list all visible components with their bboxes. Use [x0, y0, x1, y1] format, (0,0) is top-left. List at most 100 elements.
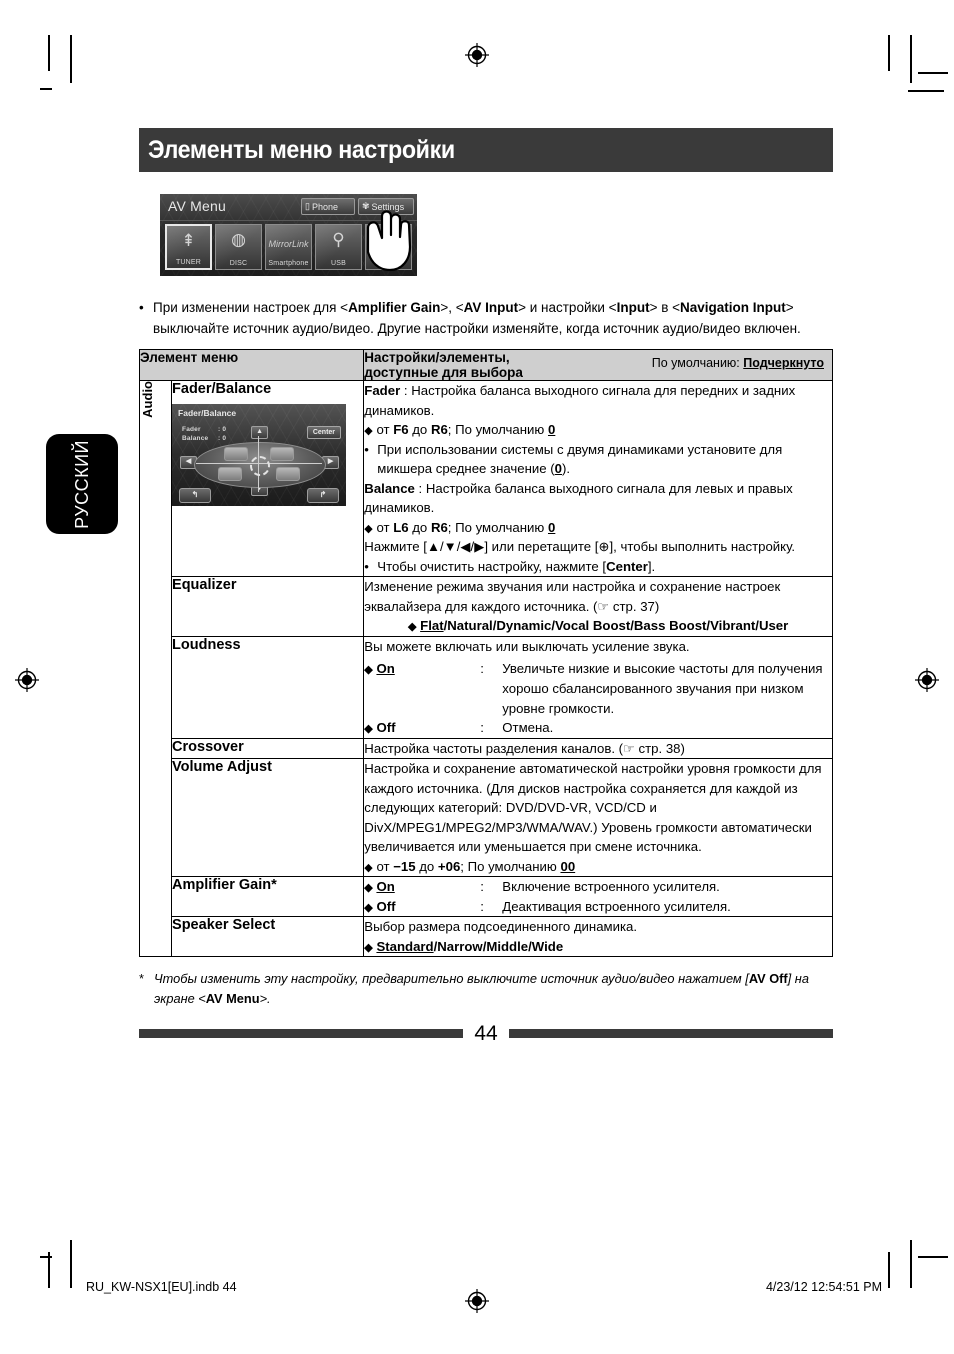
header-default-value: Подчеркнуто [743, 356, 824, 371]
sub-bullet-tail: ). [562, 461, 571, 477]
header-cell-menu-item: Элемент меню [138, 349, 365, 382]
desc-line: Fader : Настройка баланса выходного сигн… [364, 381, 832, 420]
row-desc-volume-adjust: Настройка и сохранение автоматической на… [363, 758, 833, 878]
sub-bullet-pre: Чтобы очистить настройку, нажмите [ [377, 558, 607, 574]
fb-arrow-up[interactable]: ▲ [251, 426, 269, 440]
row-desc-equalizer: Изменение режима звучания или настройка … [363, 576, 833, 637]
desc-default: 0 [547, 519, 556, 535]
row-desc-loudness: Вы можете включать или выключать усилени… [363, 635, 833, 739]
desc-option-default: Flat [420, 618, 444, 634]
crop-mark [48, 35, 50, 71]
av-menu-title: AV Menu [168, 198, 226, 214]
sub-bullet-mark: • [364, 441, 369, 457]
desc-range-from: −15 [393, 858, 416, 874]
desc-option-row: ◆ Off : Отмена. [364, 718, 832, 738]
crop-mark [40, 1256, 52, 1258]
footnote-term-av-off: AV Off [748, 971, 788, 987]
fb-fader-value: : 0 [218, 426, 227, 434]
sub-bullet-text: Чтобы очистить настройку, нажмите [Cente… [377, 557, 832, 577]
table-row: Volume Adjust Настройка и сохранение авт… [140, 758, 833, 878]
crop-mark [70, 1240, 72, 1288]
row-desc-speaker-select: Выбор размера подсоединенного динамика. … [363, 916, 833, 958]
desc-line: ◆ от F6 до R6; По умолчанию 0 [364, 420, 832, 440]
header-cell-settings: Настройки/элементы, доступные для выбора… [363, 349, 833, 382]
desc-line: Настройка и сохранение автоматической на… [364, 761, 822, 855]
fb-title: Fader/Balance [178, 408, 237, 419]
option-key-label: Off [376, 720, 396, 736]
crop-mark [910, 1240, 912, 1288]
desc-range-from: L6 [393, 519, 409, 535]
page-number: 44 [474, 1021, 498, 1045]
fb-position-knob[interactable] [250, 456, 271, 477]
row-item-crossover: Crossover [171, 737, 365, 760]
group-label-audio: Audio [140, 381, 155, 418]
desc-option-row: ◆ On : Включение встроенного усилителя. [364, 877, 832, 897]
option-colon: : [480, 898, 484, 914]
desc-sub-bullet: • При использовании системы с двумя дина… [364, 440, 832, 479]
crop-mark [888, 1252, 890, 1288]
note-text: При изменении настроек для <Amplifier Ga… [153, 298, 833, 339]
table-row: Amplifier Gain* ◆ On : Включение встроен… [140, 876, 833, 918]
fb-back-button[interactable]: ↰ [179, 488, 212, 504]
option-value: Деактивация встроенного усилителя. [502, 898, 731, 914]
table-row: Equalizer Изменение режима звучания или … [140, 576, 833, 637]
table-row: Speaker Select Выбор размера подсоединен… [140, 916, 833, 958]
desc-line: Balance : Настройка баланса выходного си… [364, 479, 832, 518]
mirrorlink-icon: MirrorLink [268, 239, 309, 249]
row-item-loudness: Loudness [171, 635, 365, 739]
source-tile-tuner[interactable]: ⇞ TUNER [165, 224, 212, 270]
diamond-icon: ◆ [364, 664, 373, 677]
desc-mid: до [408, 519, 431, 535]
page-title-bar: Элементы меню настройки [139, 128, 833, 172]
fb-center-button[interactable]: Center [306, 426, 342, 440]
source-tile-tuner-label: TUNER [175, 259, 202, 266]
desc-instruction: Нажмите [▲/▼/◀/▶] или перетащите [⊕], чт… [364, 539, 796, 555]
phone-button[interactable]: ▯ Phone [301, 198, 355, 215]
registration-mark-left [15, 668, 39, 692]
sub-bullet-body: При использовании системы с двумя динами… [377, 441, 783, 477]
source-tile-usb-label: USB [331, 260, 346, 267]
registration-mark-right [915, 668, 939, 692]
desc-option-rest: /Narrow/Middle/Wide [433, 938, 564, 954]
diamond-icon: ◆ [364, 723, 373, 736]
desc-rest-fader: : Настройка баланса выходного сигнала дл… [364, 383, 796, 418]
fb-exit-button[interactable]: ↱ [307, 488, 340, 504]
row-item-volume-adjust: Volume Adjust [171, 758, 365, 878]
sub-bullet-underline: 0 [554, 461, 562, 477]
crop-mark [918, 72, 948, 74]
option-key: ◆ Off [364, 897, 480, 917]
desc-range-to: R6 [430, 422, 448, 438]
av-menu-screenshot-figure: AV Menu ▯ Phone ✾ Settings ⇞ TUNER ◍ DIS… [160, 194, 445, 276]
fb-seat [270, 447, 295, 462]
footer-rule-left [139, 1029, 464, 1039]
note-seg-4: > в < [649, 300, 681, 315]
fb-balance-label: Balance [182, 435, 209, 443]
footnote-term-av-menu: AV Menu [205, 990, 260, 1006]
crop-mark [910, 35, 912, 83]
source-tile-disc[interactable]: ◍ DISC [215, 224, 262, 270]
fb-seat [276, 467, 301, 482]
disc-icon: ◍ [231, 230, 246, 249]
desc-mid: до [415, 858, 438, 874]
note-seg-1: При изменении настроек для < [153, 300, 349, 315]
language-tab-label: РУССКИЙ [71, 439, 92, 529]
fader-balance-screenshot: Fader/Balance Fader : 0 Balance : 0 Cent… [172, 404, 347, 507]
note-term-av-input: AV Input [463, 300, 519, 315]
desc-post: ; По умолчанию [447, 519, 548, 535]
desc-post: ; По умолчанию [447, 422, 548, 438]
source-tile-smartphone-label: Smartphone [268, 260, 309, 267]
option-key-label: Off [376, 898, 396, 914]
phone-button-label: Phone [311, 201, 338, 212]
desc-options-line: ◆ Flat/Natural/Dynamic/Vocal Boost/Bass … [364, 616, 832, 636]
option-colon: : [480, 879, 484, 895]
diamond-icon: ◆ [364, 882, 373, 895]
desc-pre: от [376, 519, 394, 535]
source-tile-smartphone[interactable]: MirrorLink Smartphone [265, 224, 312, 270]
desc-line: ◆ от −15 до +06; По умолчанию 00 [364, 857, 832, 877]
footnote: * Чтобы изменить эту настройку, предвари… [139, 969, 833, 1007]
option-colon: : [480, 720, 484, 736]
source-tile-usb[interactable]: ⚲ USB [315, 224, 362, 270]
crop-mark [70, 35, 72, 83]
desc-line: Изменение режима звучания или настройка … [364, 579, 781, 614]
row-item-amplifier-gain: Amplifier Gain* [171, 876, 365, 918]
